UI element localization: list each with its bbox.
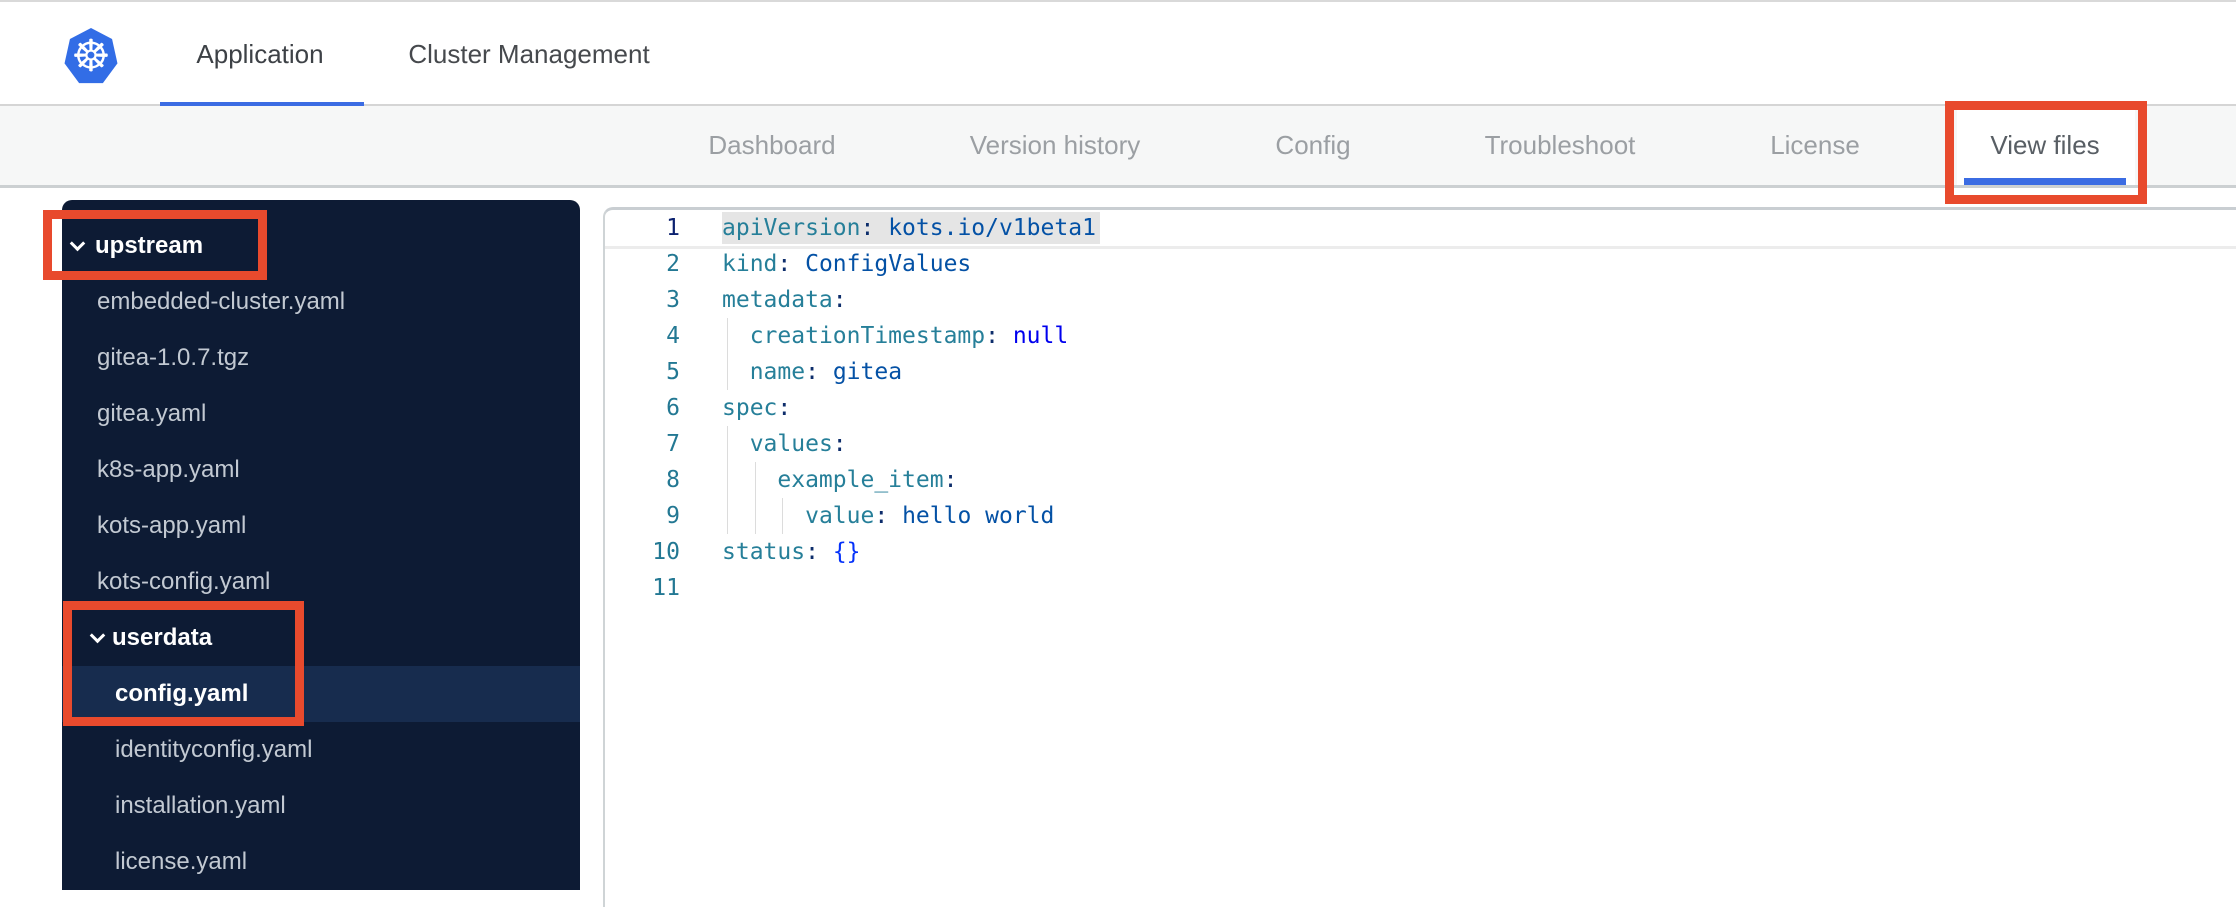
tree-file-k8s-app.yaml[interactable]: k8s-app.yaml [62,442,580,498]
tree-folder-userdata[interactable]: userdata [62,610,580,666]
line-number: 7 [666,431,680,457]
code-editor[interactable]: 1 apiVersion: kots.io/v1beta1 2 kind: Confi… [603,207,2236,907]
tree-file-identityconfig.yaml[interactable]: identityconfig.yaml [62,722,580,778]
tab-cluster-management[interactable]: Cluster Management [408,2,649,106]
code-line: 10 status: {} [605,534,2236,570]
code-line: 5 name: gitea [605,354,2236,390]
code-line: 6 spec: [605,390,2236,426]
tree-file-kots-config.yaml[interactable]: kots-config.yaml [62,554,580,610]
tree-file-license.yaml[interactable]: license.yaml [62,834,580,890]
code-line: 9 value: hello world [605,498,2236,534]
file-label: identityconfig.yaml [115,736,313,763]
file-label: gitea-1.0.7.tgz [97,344,250,371]
tab-troubleshoot[interactable]: Troubleshoot [1485,106,1636,185]
file-label: installation.yaml [115,792,286,819]
line-number: 8 [666,467,680,493]
tab-dashboard[interactable]: Dashboard [708,106,835,185]
line-number: 3 [666,287,680,313]
code-line: 7 values: [605,426,2236,462]
code-text: apiVersion: kots.io/v1beta1 [722,215,1096,241]
file-label: gitea.yaml [97,400,207,427]
line-number: 6 [666,395,680,421]
code-line: 1 apiVersion: kots.io/v1beta1 [605,210,2236,246]
code-line: 2 kind: ConfigValues [605,246,2236,282]
top-bar: ☸ Application Cluster Management [0,0,2236,108]
kubernetes-logo-icon[interactable]: ☸ [64,28,118,84]
code-text: name: gitea [749,359,903,385]
line-number: 10 [652,539,680,565]
tree-file-config.yaml[interactable]: config.yaml [62,666,580,722]
tree-file-kots-app.yaml[interactable]: kots-app.yaml [62,498,580,554]
code-text: status: {} [722,539,861,565]
file-label: kots-config.yaml [97,568,271,595]
tree-folder-upstream[interactable]: upstream [62,218,580,274]
code-text: spec: [722,395,792,421]
line-number: 2 [666,251,680,277]
code-text: creationTimestamp: null [749,323,1069,349]
tab-view-files[interactable]: View files [1990,106,2099,185]
line-number: 11 [652,575,680,601]
code-line: 8 example_item: [605,462,2236,498]
code-line: 4 creationTimestamp: null [605,318,2236,354]
code-text: metadata: [722,287,847,313]
code-line: 11 [605,570,2236,606]
code-text: kind: ConfigValues [722,251,972,277]
tab-config[interactable]: Config [1275,106,1350,185]
file-label: k8s-app.yaml [97,456,240,483]
tab-application[interactable]: Application [196,2,323,106]
tab-license[interactable]: License [1770,106,1860,185]
file-label: config.yaml [115,680,249,707]
tab-version-history[interactable]: Version history [970,106,1141,185]
tree-file-embedded-cluster.yaml[interactable]: embedded-cluster.yaml [62,274,580,330]
file-label: license.yaml [115,848,248,875]
line-number: 4 [666,323,680,349]
line-number: 5 [666,359,680,385]
code-text: values: [749,431,847,457]
tree-file-gitea-1.0.7.tgz[interactable]: gitea-1.0.7.tgz [62,330,580,386]
line-number: 9 [666,503,680,529]
active-subnav-underline [1964,178,2126,185]
secondary-nav: Dashboard Version history Config Trouble… [0,106,2236,188]
code-line: 3 metadata: [605,282,2236,318]
code-text: example_item: [777,467,958,493]
folder-label: userdata [112,624,213,651]
file-label: embedded-cluster.yaml [97,288,346,315]
chevron-down-icon[interactable] [69,235,86,252]
file-tree-sidebar: upstream embedded-cluster.yaml gitea-1.0.7… [62,200,580,890]
file-label: kots-app.yaml [97,512,247,539]
line-number: 1 [666,215,680,241]
tree-file-installation.yaml[interactable]: installation.yaml [62,778,580,834]
folder-label: upstream [95,232,204,259]
tree-file-gitea.yaml[interactable]: gitea.yaml [62,386,580,442]
chevron-down-icon[interactable] [89,627,106,644]
code-text: value: hello world [805,503,1055,529]
